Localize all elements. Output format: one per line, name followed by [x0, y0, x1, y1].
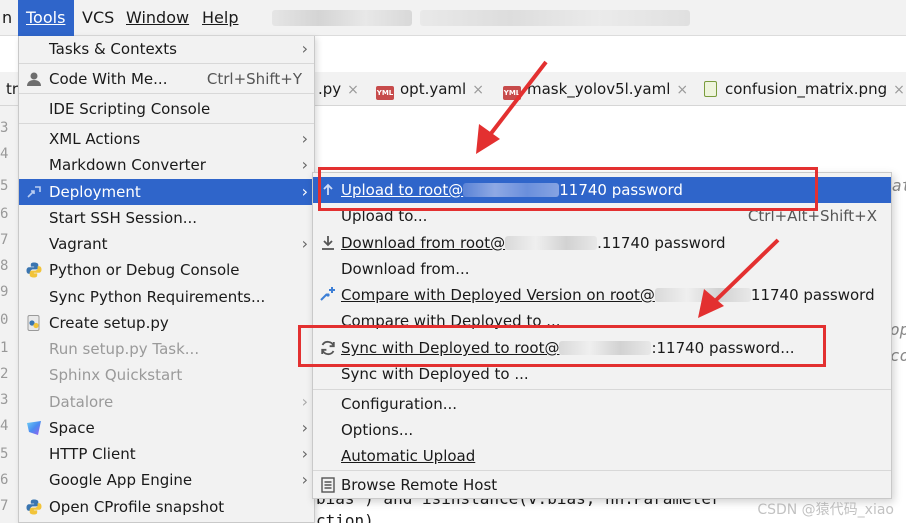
annotation-arrows	[476, 60, 780, 318]
red-arrow-icon	[698, 238, 780, 318]
watermark: CSDN @猿代码_xiao	[757, 502, 894, 518]
red-arrow-icon	[476, 60, 548, 154]
